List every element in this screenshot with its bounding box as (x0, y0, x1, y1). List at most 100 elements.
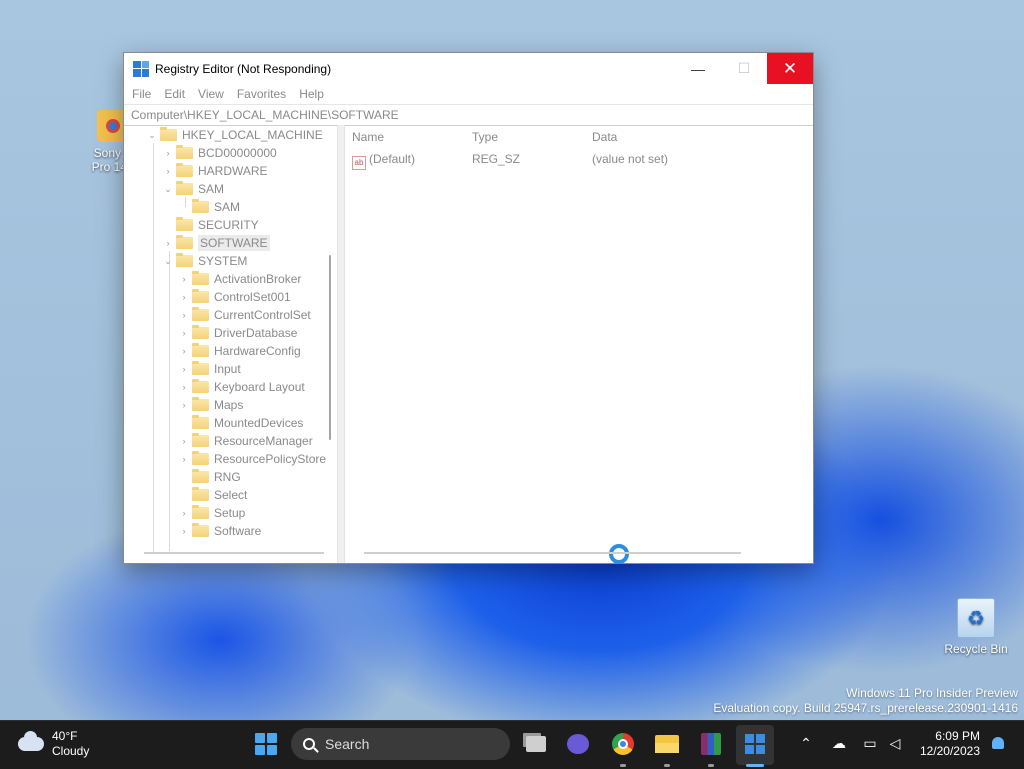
running-indicator (620, 764, 626, 767)
tree-node[interactable]: › BCD00000000 (162, 144, 277, 162)
chevron-right-icon[interactable]: › (178, 400, 190, 410)
string-value-icon: ab (352, 156, 366, 170)
tree-node[interactable]: › CurrentControlSet (178, 306, 311, 324)
tree-node[interactable]: › Maps (178, 396, 243, 414)
value-row-name[interactable]: ab (Default) (352, 152, 415, 170)
network-icon[interactable]: ▭ (861, 735, 879, 752)
chevron-right-icon[interactable]: › (178, 454, 190, 464)
tree-node[interactable]: › Input (178, 360, 241, 378)
chevron-right-icon[interactable]: › (178, 508, 190, 518)
close-button[interactable]: ✕ (767, 53, 813, 84)
registry-tree: ⌄ HKEY_LOCAL_MACHINE › BCD00000000 › HARDWA… (124, 125, 337, 563)
recycle-bin-label: Recycle Bin (944, 642, 1008, 656)
volume-muted-icon[interactable]: ◁ (886, 735, 904, 752)
registry-editor-app[interactable] (741, 730, 769, 758)
tree-horizontal-scrollbar[interactable] (144, 552, 324, 554)
folder-icon (192, 199, 209, 213)
chevron-right-icon[interactable]: › (178, 526, 190, 536)
chevron-right-icon[interactable]: › (178, 346, 190, 356)
chevron-right-icon[interactable]: › (178, 436, 190, 446)
onedrive-icon[interactable]: ☁ (830, 735, 848, 752)
search-label: Search (325, 736, 370, 752)
maximize-button[interactable]: ☐ (721, 53, 767, 84)
chevron-right-icon[interactable]: › (178, 382, 190, 392)
notification-bell-icon[interactable] (992, 737, 1004, 749)
menu-view[interactable]: View (198, 87, 224, 101)
column-header-type[interactable]: Type (472, 130, 498, 144)
tree-node[interactable]: › HARDWARE (162, 162, 268, 180)
tree-node[interactable]: SAM (178, 198, 240, 216)
tree-node[interactable]: › ResourcePolicyStore (178, 450, 326, 468)
weather-widget[interactable]: 40°F Cloudy (18, 729, 89, 759)
start-button[interactable] (255, 733, 277, 755)
chevron-right-icon[interactable]: › (178, 274, 190, 284)
tree-node[interactable]: ⌄ SAM (162, 180, 224, 198)
registry-editor-icon (745, 734, 765, 754)
chevron-right-icon[interactable]: › (178, 310, 190, 320)
tree-node-label: HKEY_LOCAL_MACHINE (182, 128, 323, 142)
chevron-right-icon[interactable]: › (162, 238, 174, 248)
tree-node[interactable]: › Setup (178, 504, 245, 522)
folder-icon (192, 397, 209, 411)
chevron-down-icon[interactable]: ⌄ (146, 130, 158, 141)
busy-spinner-icon (609, 544, 629, 564)
minimize-button[interactable]: — (675, 53, 721, 84)
menu-file[interactable]: File (132, 87, 151, 101)
task-view-button[interactable] (522, 730, 550, 758)
tree-node-selected[interactable]: › SOFTWARE (162, 234, 270, 252)
folder-icon (176, 217, 193, 231)
folder-icon (655, 735, 679, 753)
active-indicator (746, 764, 764, 767)
file-explorer-app[interactable] (653, 730, 681, 758)
system-clock[interactable]: 6:09 PM 12/20/2023 (920, 729, 980, 759)
address-path: Computer\HKEY_LOCAL_MACHINE\SOFTWARE (131, 108, 399, 122)
winrar-app[interactable] (697, 730, 725, 758)
taskbar-search[interactable]: Search (291, 728, 510, 760)
chevron-right-icon[interactable]: › (178, 328, 190, 338)
chevron-right-icon[interactable]: › (162, 166, 174, 176)
folder-icon (176, 163, 193, 177)
menu-edit[interactable]: Edit (164, 87, 185, 101)
clock-time: 6:09 PM (935, 729, 980, 743)
tree-node[interactable]: › Software (178, 522, 261, 540)
folder-icon (192, 433, 209, 447)
tree-node[interactable]: MountedDevices (178, 414, 303, 432)
folder-icon (192, 325, 209, 339)
menu-favorites[interactable]: Favorites (237, 87, 286, 101)
tree-node[interactable]: › ActivationBroker (178, 270, 301, 288)
tree-vertical-scrollbar[interactable] (329, 255, 331, 440)
column-header-name[interactable]: Name (352, 130, 384, 144)
meet-icon (567, 734, 589, 754)
tree-guide-line (169, 251, 170, 551)
chrome-app[interactable] (609, 730, 637, 758)
tree-node[interactable]: › Keyboard Layout (178, 378, 305, 396)
tree-node[interactable]: › ControlSet001 (178, 288, 291, 306)
chrome-icon (612, 733, 634, 755)
values-horizontal-scrollbar[interactable] (364, 552, 741, 554)
tree-node[interactable]: SECURITY (162, 216, 259, 234)
address-bar[interactable]: Computer\HKEY_LOCAL_MACHINE\SOFTWARE (124, 104, 813, 126)
tree-node[interactable]: ⌄ SYSTEM (162, 252, 247, 270)
chevron-right-icon[interactable]: › (162, 148, 174, 158)
chevron-down-icon[interactable]: ⌄ (162, 256, 174, 267)
chevron-down-icon[interactable]: ⌄ (162, 184, 174, 195)
tree-node-label: MountedDevices (214, 416, 304, 430)
tree-node[interactable]: › ResourceManager (178, 432, 313, 450)
tray-overflow-chevron-icon[interactable]: ⌃ (797, 735, 815, 752)
meet-app[interactable] (564, 730, 592, 758)
recycle-bin[interactable]: ♻ Recycle Bin (938, 598, 1014, 656)
tree-node[interactable]: RNG (178, 468, 241, 486)
tree-node[interactable]: ⌄ HKEY_LOCAL_MACHINE (146, 126, 323, 144)
tree-node[interactable]: Select (178, 486, 247, 504)
menu-help[interactable]: Help (299, 87, 324, 101)
column-header-data[interactable]: Data (592, 130, 617, 144)
maximize-icon: ☐ (737, 60, 751, 76)
close-icon: ✕ (782, 58, 798, 78)
chevron-right-icon[interactable]: › (178, 364, 190, 374)
tree-node-label: Software (214, 524, 262, 538)
tree-node[interactable]: › DriverDatabase (178, 324, 297, 342)
cloud-icon (18, 731, 44, 751)
title-bar[interactable]: Registry Editor (Not Responding) — ☐ ✕ (124, 53, 813, 84)
tree-node[interactable]: › HardwareConfig (178, 342, 301, 360)
chevron-right-icon[interactable]: › (178, 292, 190, 302)
